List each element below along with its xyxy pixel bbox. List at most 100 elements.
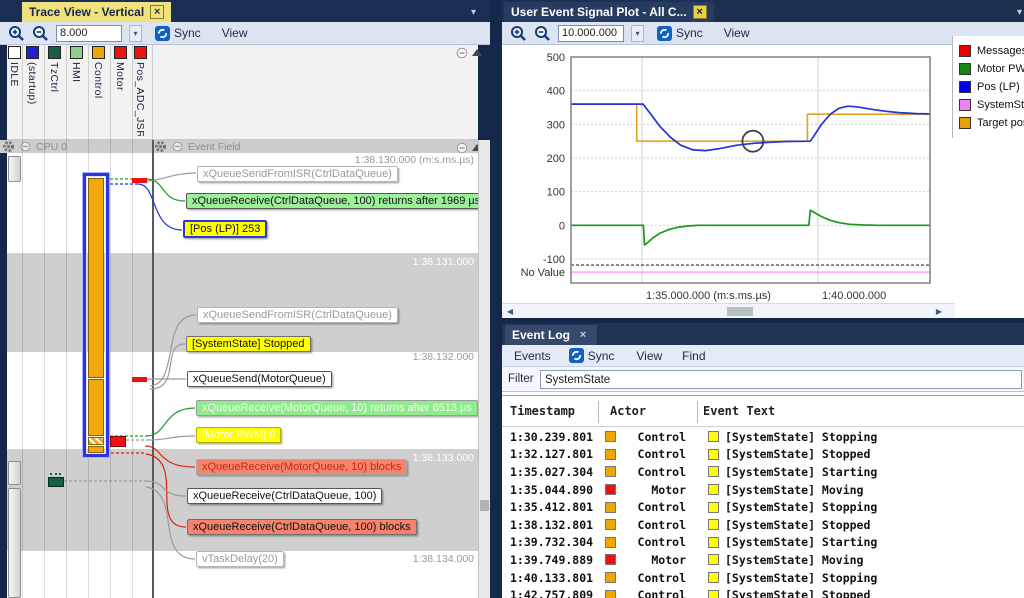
panel-menu-caret-icon[interactable]: ▾ [471,7,476,18]
signal-plot-chart[interactable]: 5004003002001000-100No Value1:35.000.000… [502,0,1024,318]
col-timestamp[interactable]: Timestamp [510,404,575,418]
task-header-startup[interactable]: (startup) [26,46,41,105]
filter-input[interactable] [540,370,1022,389]
time-marker: 1:38.132.000 [413,351,474,363]
table-row[interactable]: 1:30.239.801Control[SystemState] Stoppin… [502,428,1024,446]
event-label-selected[interactable]: [Pos (LP)] 253 [183,220,267,238]
event-field-section-header[interactable]: Event Field [152,140,478,153]
sync-button[interactable]: Sync [155,26,201,41]
control-task-bar[interactable] [88,379,104,436]
idle-task-fragment[interactable] [8,488,21,598]
table-row[interactable]: 1:35.027.304Control[SystemState] Startin… [502,463,1024,481]
event-label[interactable]: xQueueReceive(MotorQueue, 10) returns af… [196,400,478,416]
scroll-right-icon[interactable]: ▶ [931,304,947,319]
idle-task-fragment[interactable] [8,156,21,182]
filter-row: Filter [502,367,1024,392]
time-marker: 1:38.131.000 [413,256,474,268]
motor-task-bar[interactable] [110,436,126,447]
task-header-tzctrl[interactable]: TzCtrl [48,46,63,92]
table-row[interactable]: 1:40.133.801Control[SystemState] Stoppin… [502,569,1024,587]
table-row[interactable]: 1:35.044.890Motor[SystemState] Moving [502,481,1024,499]
event-label[interactable]: vTaskDelay(20) [196,551,284,567]
zoom-in-icon[interactable] [8,25,25,42]
gear-icon[interactable] [154,140,167,153]
lane-divider [66,45,67,140]
event-label[interactable]: xQueueReceive(MotorQueue, 10) blocks [196,459,407,475]
event-label[interactable]: [SystemState] Stopped [186,336,311,352]
view-menu[interactable]: View [222,26,248,40]
svg-text:100: 100 [547,187,565,199]
legend-color-swatch [959,117,971,129]
legend-item[interactable]: SystemState [959,96,1024,114]
scroll-up-icon[interactable] [471,47,483,59]
legend-item[interactable]: Pos (LP) [959,78,1024,96]
event-label[interactable]: xQueueReceive(CtrlDataQueue, 100) [187,488,382,504]
task-header-hmi[interactable]: HMI [70,46,85,82]
sync-label: Sync [174,26,201,40]
event-color-swatch [708,484,719,495]
table-row[interactable]: 1:38.132.801Control[SystemState] Stopped [502,516,1024,534]
events-menu[interactable]: Events [514,349,551,363]
legend-item[interactable]: Motor PWM [959,60,1024,78]
sync-button[interactable]: Sync [569,348,615,363]
legend-color-swatch [959,99,971,111]
tzctrl-task-bar[interactable] [48,477,64,487]
col-event-text[interactable]: Event Text [703,404,775,418]
isr-event-tick[interactable] [132,377,147,382]
collapse-minus-icon[interactable] [456,47,468,59]
close-icon[interactable]: × [150,5,164,19]
view-menu[interactable]: View [636,349,662,363]
lane-divider [44,140,45,598]
task-header-idle[interactable]: IDLE [8,46,23,87]
task-header-control[interactable]: Control [92,46,107,99]
task-color-swatch [134,46,147,59]
close-icon[interactable]: × [576,328,590,342]
task-color-swatch [92,46,105,59]
find-menu[interactable]: Find [682,349,705,363]
lane-divider [22,140,23,598]
zoom-dropdown-caret-icon[interactable]: ▾ [129,25,142,42]
plot-horizontal-scrollbar[interactable]: ◀ ▶ [502,303,955,318]
event-label[interactable]: xQueueReceive(CtrlDataQueue, 100) blocks [187,519,417,535]
scroll-left-icon[interactable]: ◀ [502,304,518,319]
svg-text:1:40.000.000: 1:40.000.000 [822,290,886,302]
table-row[interactable]: 1:32.127.801Control[SystemState] Stopped [502,446,1024,464]
event-label[interactable]: [Motor PWM] 0 [196,427,281,443]
event-color-swatch [708,449,719,460]
control-task-bar[interactable] [88,178,104,378]
isr-event-tick[interactable] [132,178,147,183]
table-row[interactable]: 1:39.732.304Control[SystemState] Startin… [502,534,1024,552]
idle-task-fragment[interactable] [8,461,21,485]
event-label[interactable]: xQueueSendFromISR(CtrlDataQueue) [197,166,398,182]
legend-item[interactable]: Target pos. [959,114,1024,132]
event-color-swatch [708,519,719,530]
zoom-level-input[interactable] [56,25,122,42]
task-header-motor[interactable]: Motor [114,46,129,91]
task-header-pos-adc-jsr[interactable]: Pos_ADC_JSR [134,46,149,136]
event-label[interactable]: xQueueSend(MotorQueue) [187,371,332,387]
signal-plot-panel: User Event Signal Plot - All C... × ▾ ▾ … [502,0,1024,318]
table-row[interactable]: 1:42.757.809Control[SystemState] Stopped [502,586,1024,598]
event-label[interactable]: xQueueReceive(CtrlDataQueue, 100) return… [186,193,486,209]
lane-divider [152,45,153,140]
col-actor[interactable]: Actor [610,404,646,418]
trace-vertical-scrollbar[interactable] [478,140,490,598]
scrollbar-thumb[interactable] [727,307,753,316]
event-label[interactable]: xQueueSendFromISR(CtrlDataQueue) [197,307,398,323]
task-color-swatch [70,46,83,59]
legend-color-swatch [959,45,971,57]
tab-trace-view[interactable]: Trace View - Vertical × [22,2,171,22]
zoom-out-icon[interactable] [32,25,49,42]
control-task-bar[interactable] [88,446,104,453]
tab-event-log[interactable]: Event Log × [505,325,597,345]
control-task-readied-bar[interactable] [88,437,104,445]
gear-icon[interactable] [2,140,15,153]
event-field-divider [152,140,154,598]
table-row[interactable]: 1:35.412.801Control[SystemState] Stoppin… [502,498,1024,516]
collapse-minus-icon[interactable] [172,141,183,152]
sync-icon [155,26,170,41]
time-marker: 1:38.134.000 [413,553,474,565]
table-row[interactable]: 1:39.749.889Motor[SystemState] Moving [502,551,1024,569]
legend-item[interactable]: Messages [959,42,1024,60]
scrollbar-thumb[interactable] [480,500,489,511]
